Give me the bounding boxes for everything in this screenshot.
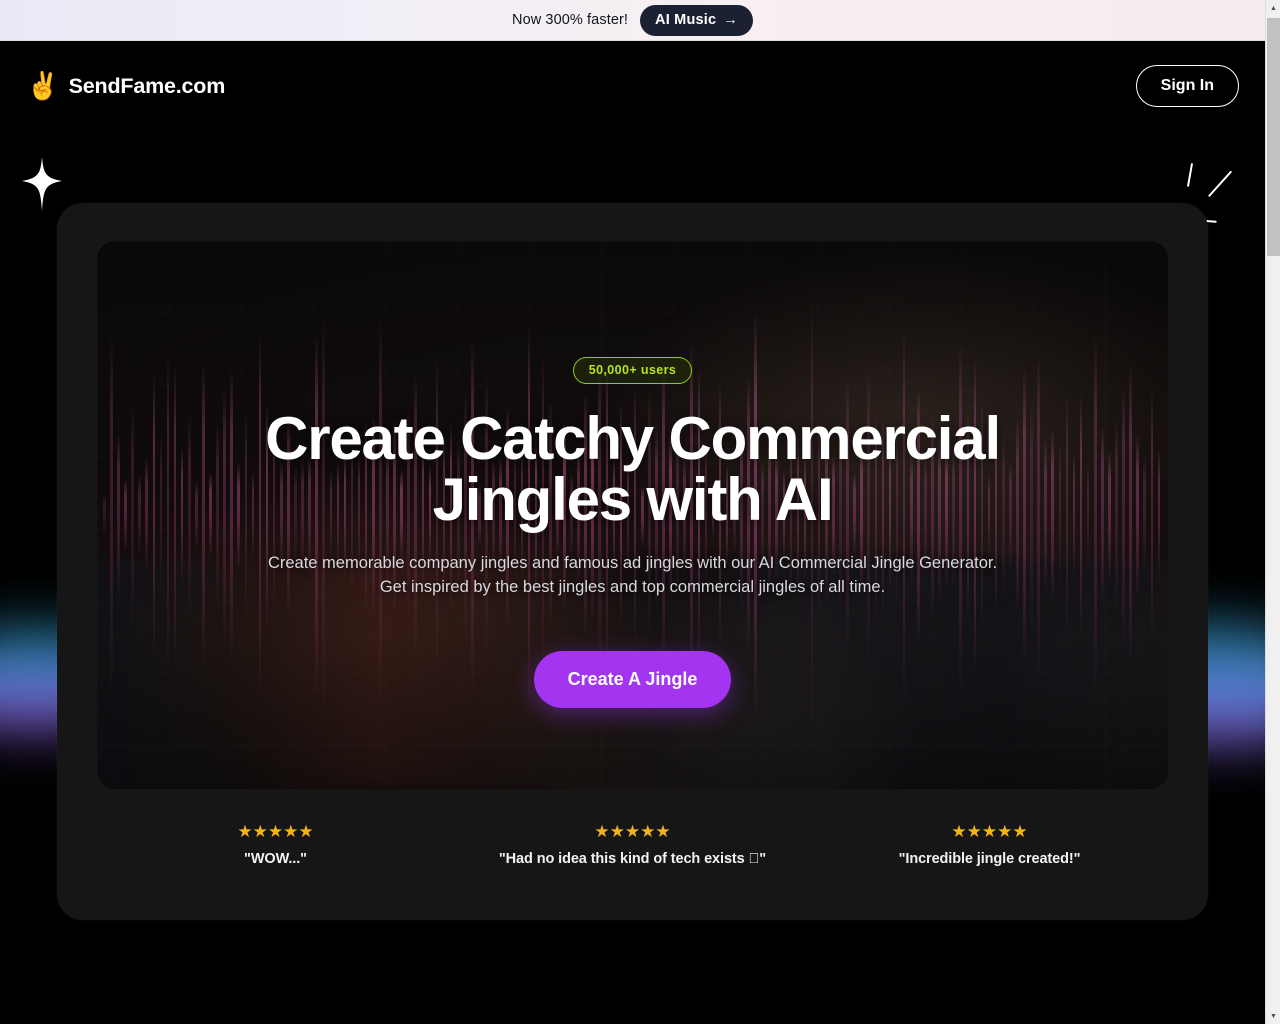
create-a-jingle-button[interactable]: Create A Jingle — [533, 651, 732, 708]
ai-music-button[interactable]: AI Music → — [640, 4, 753, 36]
scroll-down-arrow-icon[interactable]: ▼ — [1266, 1008, 1280, 1024]
hero-subtitle: Create memorable company jingles and fam… — [267, 554, 998, 596]
announcement-bar: Now 300% faster! AI Music → — [0, 0, 1265, 41]
page-title: Create Catchy Commercial Jingles with AI — [265, 405, 1001, 533]
testimonial-quote: "Had no idea this kind of tech exists 􀅎" — [498, 851, 767, 867]
testimonial-quote: "Incredible jingle created!" — [898, 851, 1081, 867]
vertical-scrollbar[interactable]: ▲ ▼ — [1265, 0, 1280, 1024]
scroll-up-arrow-icon[interactable]: ▲ — [1266, 0, 1280, 16]
brand-logo[interactable]: ✌️ SendFame.com — [26, 70, 226, 101]
deco-line-2 — [1207, 170, 1233, 198]
testimonial: ★★★★★ "Had no idea this kind of tech exis… — [454, 823, 811, 867]
hero-card: 50,000+ users Create Catchy Commercial J… — [57, 203, 1208, 920]
victory-hand-icon: ✌️ — [26, 70, 60, 101]
testimonial: ★★★★★ "WOW..." — [97, 823, 454, 867]
brand-name: SendFame.com — [68, 73, 226, 98]
page-viewport: Now 300% faster! AI Music → ✌️ SendFame.… — [0, 0, 1265, 1024]
star-rating-icon: ★★★★★ — [951, 822, 1028, 841]
hero-content: 50,000+ users Create Catchy Commercial J… — [97, 241, 1168, 789]
testimonial: ★★★★★ "Incredible jingle created!" — [811, 823, 1168, 867]
star-rating-icon: ★★★★★ — [237, 822, 314, 841]
announcement-text: Now 300% faster! — [512, 12, 629, 28]
sparkle-icon — [22, 157, 62, 211]
browser-page: Now 300% faster! AI Music → ✌️ SendFame.… — [0, 0, 1280, 1024]
site-header: ✌️ SendFame.com Sign In — [0, 41, 1265, 131]
hero-media-panel: 50,000+ users Create Catchy Commercial J… — [97, 241, 1168, 789]
dark-page-body: ✌️ SendFame.com Sign In 50,000+ users Cr… — [0, 41, 1265, 1024]
testimonials-row: ★★★★★ "WOW..." ★★★★★ "Had no idea this kind… — [97, 823, 1168, 867]
ai-music-label: AI Music — [655, 11, 717, 28]
star-rating-icon: ★★★★★ — [594, 822, 671, 841]
sign-in-button[interactable]: Sign In — [1135, 65, 1239, 107]
arrow-right-icon: → — [723, 11, 738, 28]
users-badge: 50,000+ users — [572, 357, 693, 384]
scrollbar-thumb[interactable] — [1267, 18, 1280, 256]
deco-line-1 — [1186, 162, 1194, 188]
testimonial-quote: "WOW..." — [244, 851, 307, 867]
